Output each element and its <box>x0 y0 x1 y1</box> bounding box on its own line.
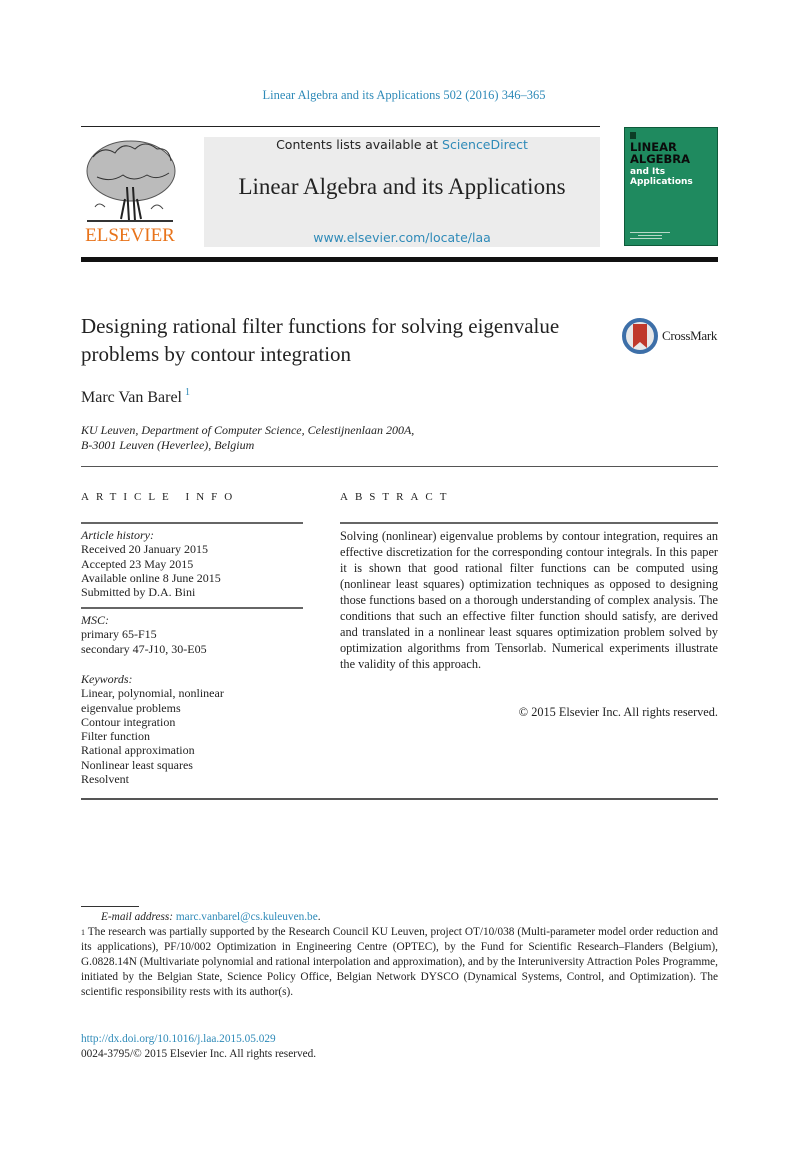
email-link[interactable]: marc.vanbarel@cs.kuleuven.be <box>176 911 318 923</box>
journal-cover[interactable]: LINEAR ALGEBRA and Its Applications <box>624 127 718 246</box>
issn-copyright: 0024-3795/© 2015 Elsevier Inc. All right… <box>81 1047 317 1060</box>
keywords-block: Keywords: Linear, polynomial, nonlinear … <box>81 672 303 786</box>
article-info-heading: ARTICLE INFO <box>81 491 240 503</box>
abstract-copyright: © 2015 Elsevier Inc. All rights reserved… <box>518 705 718 719</box>
contents-prefix: Contents lists available at <box>276 137 443 152</box>
journal-url-link[interactable]: www.elsevier.com/locate/laa <box>204 230 600 245</box>
keyword-item: Nonlinear least squares <box>81 757 193 772</box>
crossmark-button[interactable]: CrossMark <box>622 318 722 354</box>
author: Marc Van Barel 1 <box>81 387 190 407</box>
section-rule <box>81 466 718 467</box>
email-label: E-mail address: <box>101 911 174 923</box>
journal-name: Linear Algebra and its Applications <box>238 174 566 199</box>
bottom-rule <box>81 798 718 800</box>
contents-line: Contents lists available at ScienceDirec… <box>204 137 600 152</box>
keyword-item: Contour integration <box>81 714 176 729</box>
keywords-label: Keywords: <box>81 672 133 686</box>
keyword-item: Filter function <box>81 729 150 744</box>
msc-item: secondary 47-J10, 30-E05 <box>81 641 207 656</box>
cover-title: LINEAR ALGEBRA <box>630 141 691 166</box>
cover-subtitle: and Its Applications <box>630 167 693 187</box>
affiliation-line2: B-3001 Leuven (Heverlee), Belgium <box>81 438 255 452</box>
journal-reference[interactable]: Linear Algebra and its Applications 502 … <box>0 88 808 103</box>
keyword-item: Linear, polynomial, nonlinear eigenvalue… <box>81 686 224 715</box>
history-item: Submitted by D.A. Bini <box>81 585 196 600</box>
article-title: Designing rational filter functions for … <box>81 314 560 366</box>
msc-block: MSC: primary 65-F15 secondary 47-J10, 30… <box>81 613 303 656</box>
history-item: Available online 8 June 2015 <box>81 570 221 585</box>
keyword-item: Rational approximation <box>81 743 195 758</box>
cover-subtitle-line2: Applications <box>630 177 693 187</box>
header-thick-rule <box>81 257 718 262</box>
affiliation-line1: KU Leuven, Department of Computer Scienc… <box>81 423 415 437</box>
msc-item: primary 65-F15 <box>81 627 157 642</box>
keyword-item: Resolvent <box>81 772 129 787</box>
crossmark-icon <box>622 318 658 354</box>
page-footer: http://dx.doi.org/10.1016/j.laa.2015.05.… <box>81 1032 316 1061</box>
article-history: Article history: Received 20 January 201… <box>81 528 303 599</box>
email-suffix: . <box>317 911 321 923</box>
header-rule <box>81 126 600 127</box>
footnote-rule <box>81 906 139 907</box>
elsevier-wordmark: ELSEVIER <box>85 225 175 246</box>
tree-icon <box>86 140 176 222</box>
history-item: Received 20 January 2015 <box>81 542 208 557</box>
cover-title-line2: ALGEBRA <box>630 151 691 166</box>
doi-link[interactable]: http://dx.doi.org/10.1016/j.laa.2015.05.… <box>81 1032 316 1047</box>
abstract-text: Solving (nonlinear) eigenvalue problems … <box>340 529 718 671</box>
cover-footer <box>630 230 670 239</box>
footnote-mark: 1 <box>81 928 85 937</box>
email-footnote: E-mail address: marc.vanbarel@cs.kuleuve… <box>81 910 718 925</box>
cover-subtitle-line1: and Its <box>630 167 666 177</box>
elsevier-tree-small-icon <box>630 132 636 139</box>
msc-rule <box>81 607 303 609</box>
author-name: Marc Van Barel <box>81 389 182 406</box>
article-info-rule <box>81 522 303 524</box>
msc-label: MSC: <box>81 613 109 627</box>
abstract-rule <box>340 522 718 524</box>
sciencedirect-link[interactable]: ScienceDirect <box>442 137 528 152</box>
article-history-label: Article history: <box>81 528 154 542</box>
author-footnote-link[interactable]: 1 <box>185 387 190 398</box>
history-item: Accepted 23 May 2015 <box>81 556 194 571</box>
funding-text: The research was partially supported by … <box>81 926 718 998</box>
affiliation: KU Leuven, Department of Computer Scienc… <box>81 423 581 453</box>
crossmark-label: CrossMark <box>662 328 718 343</box>
abstract-heading: ABSTRACT <box>340 491 454 503</box>
elsevier-logo: ELSEVIER <box>81 137 179 247</box>
funding-footnote: 1 The research was partially supported b… <box>81 925 718 1000</box>
footnotes: E-mail address: marc.vanbarel@cs.kuleuve… <box>81 910 718 1000</box>
